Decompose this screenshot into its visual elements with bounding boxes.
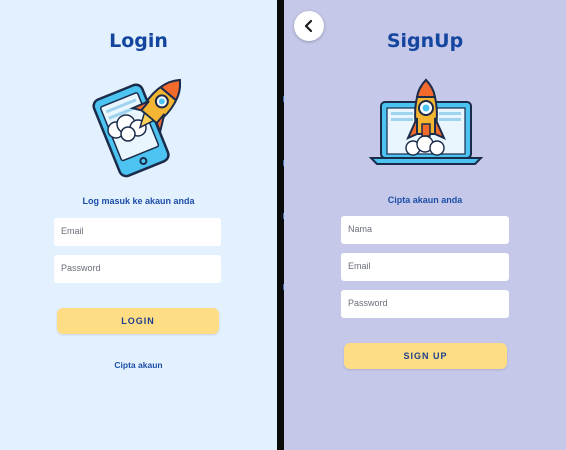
signup-screen: SignUp Cipta akaun anda Nama Email Passw… — [284, 0, 566, 450]
email-input[interactable]: Email — [341, 253, 509, 281]
login-subtitle: Log masuk ke akaun anda — [82, 196, 195, 206]
signup-button[interactable]: SIGN UP — [344, 343, 507, 369]
screen-divider — [277, 0, 284, 450]
password-input[interactable]: Password — [54, 255, 221, 283]
create-account-link[interactable]: Cipta akaun — [0, 360, 277, 370]
page-title: Login — [109, 30, 168, 52]
login-screen: Login Log masuk ke akaun anda Email Pass… — [0, 0, 277, 450]
app-stage: Login Log masuk ke akaun anda Email Pass… — [0, 0, 566, 450]
name-input[interactable]: Nama — [341, 216, 509, 244]
password-input[interactable]: Password — [341, 290, 509, 318]
signup-subtitle: Cipta akaun anda — [387, 195, 463, 205]
page-title: SignUp — [386, 30, 464, 52]
login-button[interactable]: LOGIN — [57, 308, 219, 334]
email-input[interactable]: Email — [54, 218, 221, 246]
laptop-rocket-icon — [368, 78, 484, 173]
phone-rocket-icon — [84, 68, 194, 185]
